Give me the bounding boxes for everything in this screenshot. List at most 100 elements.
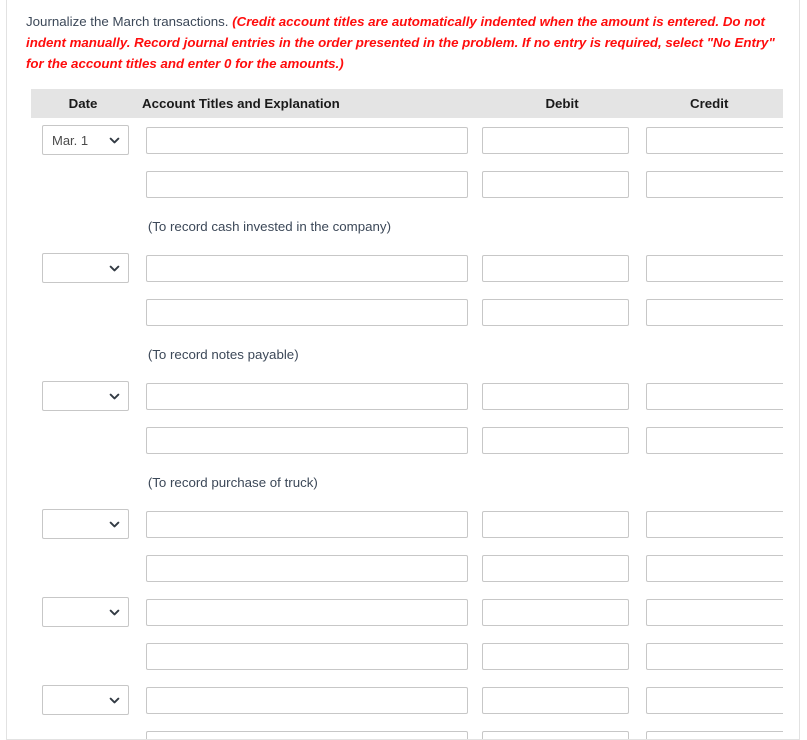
cell-credit — [646, 427, 783, 454]
date-select[interactable] — [42, 381, 129, 411]
cell-account — [146, 427, 482, 454]
cell-account — [146, 599, 482, 626]
cell-debit — [482, 255, 647, 282]
cell-account — [146, 687, 482, 714]
cell-date — [31, 253, 146, 283]
chevron-down-icon — [109, 695, 120, 706]
table-row — [31, 374, 783, 418]
column-header-debit: Debit — [489, 96, 636, 111]
date-select[interactable] — [42, 253, 129, 283]
cell-account — [146, 171, 482, 198]
explanation-text: (To record purchase of truck) — [146, 475, 318, 490]
chevron-down-icon — [109, 391, 120, 402]
worksheet-card: Journalize the March transactions. (Cred… — [6, 0, 800, 740]
table-row — [31, 290, 783, 334]
cell-debit — [482, 731, 647, 740]
column-header-account: Account Titles and Explanation — [135, 96, 489, 111]
credit-amount-input[interactable] — [646, 127, 783, 154]
cell-credit — [646, 511, 783, 538]
account-title-input[interactable] — [146, 599, 468, 626]
cell-debit — [482, 511, 647, 538]
cell-debit — [482, 171, 647, 198]
cell-date: Mar. 1 — [31, 125, 146, 155]
explanation-text: (To record notes payable) — [146, 347, 299, 362]
debit-amount-input[interactable] — [482, 127, 629, 154]
credit-amount-input[interactable] — [646, 383, 783, 410]
credit-amount-input[interactable] — [646, 171, 783, 198]
cell-debit — [482, 599, 647, 626]
credit-amount-input[interactable] — [646, 255, 783, 282]
debit-amount-input[interactable] — [482, 511, 629, 538]
date-select[interactable] — [42, 685, 129, 715]
debit-amount-input[interactable] — [482, 255, 629, 282]
debit-amount-input[interactable] — [482, 299, 629, 326]
credit-amount-input[interactable] — [646, 427, 783, 454]
explanation-text: (To record cash invested in the company) — [146, 219, 391, 234]
cell-debit — [482, 127, 647, 154]
cell-debit — [482, 555, 647, 582]
date-select[interactable] — [42, 597, 129, 627]
credit-amount-input[interactable] — [646, 599, 783, 626]
account-title-input[interactable] — [146, 643, 468, 670]
cell-account — [146, 127, 482, 154]
account-title-input[interactable] — [146, 127, 468, 154]
cell-date — [31, 381, 146, 411]
date-select[interactable] — [42, 509, 129, 539]
debit-amount-input[interactable] — [482, 171, 629, 198]
debit-amount-input[interactable] — [482, 599, 629, 626]
debit-amount-input[interactable] — [482, 643, 629, 670]
cell-debit — [482, 687, 647, 714]
table-row — [31, 678, 783, 722]
cell-account — [146, 511, 482, 538]
cell-account — [146, 555, 482, 582]
instruction-lead-text: Journalize the March transactions. — [26, 14, 229, 29]
account-title-input[interactable] — [146, 427, 468, 454]
debit-amount-input[interactable] — [482, 731, 629, 740]
cell-credit — [646, 255, 783, 282]
credit-amount-input[interactable] — [646, 643, 783, 670]
journal-entry-table: Date Account Titles and Explanation Debi… — [31, 89, 783, 740]
account-title-input[interactable] — [146, 383, 468, 410]
cell-credit — [646, 171, 783, 198]
table-row — [31, 418, 783, 462]
date-select-value: Mar. 1 — [52, 133, 109, 148]
account-title-input[interactable] — [146, 687, 468, 714]
credit-amount-input[interactable] — [646, 687, 783, 714]
cell-date — [31, 509, 146, 539]
account-title-input[interactable] — [146, 555, 468, 582]
instructions-block: Journalize the March transactions. (Cred… — [26, 11, 782, 74]
cell-account: (To record purchase of truck) — [146, 475, 482, 490]
account-title-input[interactable] — [146, 731, 468, 740]
date-select[interactable]: Mar. 1 — [42, 125, 129, 155]
chevron-down-icon — [109, 263, 120, 274]
account-title-input[interactable] — [146, 171, 468, 198]
table-row: Mar. 1 — [31, 118, 783, 162]
account-title-input[interactable] — [146, 255, 468, 282]
table-header-row: Date Account Titles and Explanation Debi… — [31, 89, 783, 118]
cell-credit — [646, 127, 783, 154]
account-title-input[interactable] — [146, 299, 468, 326]
credit-amount-input[interactable] — [646, 511, 783, 538]
debit-amount-input[interactable] — [482, 383, 629, 410]
cell-credit — [646, 643, 783, 670]
cell-account — [146, 383, 482, 410]
debit-amount-input[interactable] — [482, 687, 629, 714]
credit-amount-input[interactable] — [646, 299, 783, 326]
cell-credit — [646, 383, 783, 410]
credit-amount-input[interactable] — [646, 731, 783, 740]
table-row — [31, 162, 783, 206]
debit-amount-input[interactable] — [482, 427, 629, 454]
cell-account: (To record notes payable) — [146, 347, 482, 362]
table-body: Mar. 1 (To record cash invested in the co… — [31, 118, 783, 740]
account-title-input[interactable] — [146, 511, 468, 538]
credit-amount-input[interactable] — [646, 555, 783, 582]
chevron-down-icon — [109, 607, 120, 618]
table-row — [31, 546, 783, 590]
cell-credit — [646, 599, 783, 626]
table-row — [31, 590, 783, 634]
cell-account — [146, 731, 482, 740]
debit-amount-input[interactable] — [482, 555, 629, 582]
cell-account — [146, 255, 482, 282]
table-row — [31, 634, 783, 678]
explanation-row: (To record notes payable) — [31, 334, 783, 374]
